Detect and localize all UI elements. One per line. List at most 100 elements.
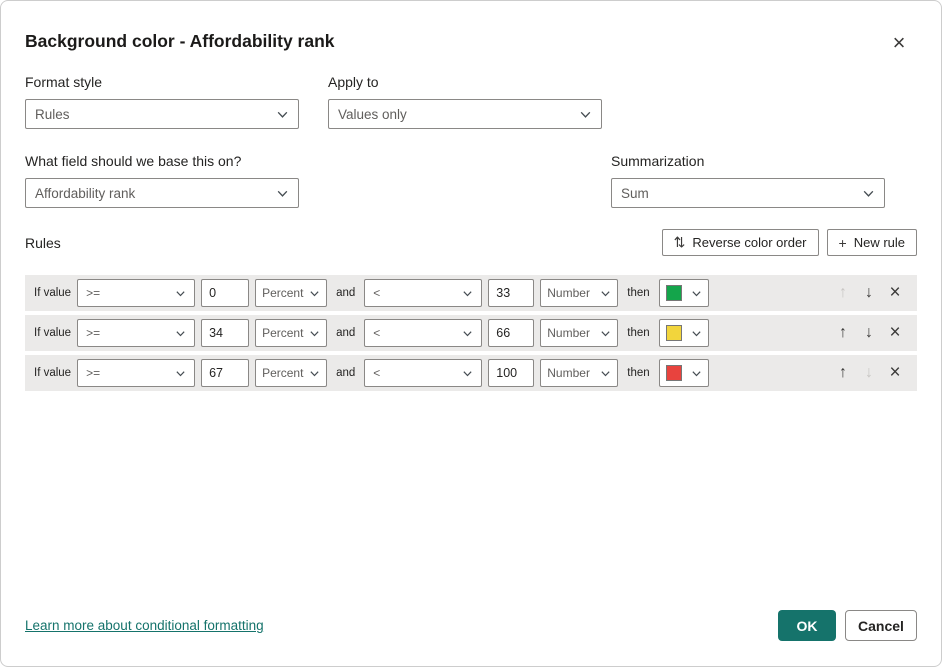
chevron-down-icon	[175, 288, 186, 299]
rule-unit1-select[interactable]: Percent	[255, 319, 327, 347]
new-rule-button[interactable]: + New rule	[827, 229, 917, 256]
field-summarization-row: What field should we base this on? Affor…	[25, 153, 917, 208]
reverse-color-order-button[interactable]: ⇅ Reverse color order	[662, 229, 819, 256]
new-rule-label: New rule	[854, 235, 905, 250]
chevron-down-icon	[462, 328, 473, 339]
chevron-down-icon	[276, 108, 289, 121]
move-rule-down-button[interactable]: ↓	[856, 320, 882, 346]
chevron-down-icon	[600, 288, 611, 299]
rules-buttons: ⇅ Reverse color order + New rule	[662, 229, 917, 256]
format-style-select[interactable]: Rules	[25, 99, 299, 129]
conditional-formatting-dialog: × Background color - Affordability rank …	[0, 0, 942, 667]
and-label: and	[336, 327, 355, 339]
footer-buttons: OK Cancel	[778, 610, 917, 641]
rule-operator1-select[interactable]: >=	[77, 359, 195, 387]
apply-to-field: Apply to Values only	[328, 74, 602, 129]
rule-value1-input[interactable]	[201, 359, 249, 387]
reverse-order-icon: ⇅	[674, 234, 686, 251]
rules-section-label: Rules	[25, 235, 61, 251]
rule-value2-input[interactable]	[488, 359, 534, 387]
delete-icon: ×	[889, 322, 900, 343]
rule-unit1-select[interactable]: Percent	[255, 359, 327, 387]
rule-row: If value >= Percent and < Number	[25, 275, 917, 311]
rules-header: Rules ⇅ Reverse color order + New rule	[25, 229, 917, 256]
chevron-down-icon	[691, 288, 702, 299]
chevron-down-icon	[862, 187, 875, 200]
format-apply-row: Format style Rules Apply to Values only	[25, 74, 917, 129]
delete-rule-button[interactable]: ×	[882, 360, 908, 386]
rule-color-select[interactable]	[659, 279, 709, 307]
apply-to-label: Apply to	[328, 74, 602, 90]
rule-row: If value >= Percent and < Number	[25, 355, 917, 391]
move-rule-up-button[interactable]: ↑	[830, 360, 856, 386]
rule-value1-input[interactable]	[201, 279, 249, 307]
rule-color-select[interactable]	[659, 319, 709, 347]
and-label: and	[336, 287, 355, 299]
rule-unit2-select[interactable]: Number	[540, 359, 618, 387]
summarization-field: Summarization Sum	[611, 153, 885, 208]
apply-to-select[interactable]: Values only	[328, 99, 602, 129]
move-up-icon: ↑	[839, 324, 847, 341]
rule-operator1-select[interactable]: >=	[77, 319, 195, 347]
chevron-down-icon	[462, 288, 473, 299]
dialog-title: Background color - Affordability rank	[25, 31, 917, 52]
ok-button[interactable]: OK	[778, 610, 836, 641]
chevron-down-icon	[276, 187, 289, 200]
learn-more-link[interactable]: Learn more about conditional formatting	[25, 618, 264, 633]
summarization-select[interactable]: Sum	[611, 178, 885, 208]
delete-icon: ×	[889, 362, 900, 383]
rule-unit2-select[interactable]: Number	[540, 279, 618, 307]
move-up-icon: ↑	[839, 284, 847, 301]
rule-operator2-select[interactable]: <	[364, 359, 482, 387]
then-label: then	[627, 367, 649, 379]
reverse-color-order-label: Reverse color order	[692, 235, 806, 250]
then-label: then	[627, 287, 649, 299]
move-rule-down-button: ↓	[856, 360, 882, 386]
rule-value2-input[interactable]	[488, 279, 534, 307]
chevron-down-icon	[600, 368, 611, 379]
format-style-field: Format style Rules	[25, 74, 299, 129]
rule-operator2-select[interactable]: <	[364, 319, 482, 347]
chevron-down-icon	[579, 108, 592, 121]
and-label: and	[336, 367, 355, 379]
move-rule-up-button[interactable]: ↑	[830, 320, 856, 346]
move-up-icon: ↑	[839, 364, 847, 381]
rule-color-swatch	[666, 325, 682, 341]
summarization-label: Summarization	[611, 153, 885, 169]
chevron-down-icon	[691, 328, 702, 339]
format-style-label: Format style	[25, 74, 299, 90]
chevron-down-icon	[309, 328, 320, 339]
chevron-down-icon	[600, 328, 611, 339]
chevron-down-icon	[309, 368, 320, 379]
rule-operator1-select[interactable]: >=	[77, 279, 195, 307]
chevron-down-icon	[309, 288, 320, 299]
chevron-down-icon	[175, 328, 186, 339]
if-value-label: If value	[34, 327, 71, 339]
base-field-label: What field should we base this on?	[25, 153, 299, 169]
delete-rule-button[interactable]: ×	[882, 320, 908, 346]
chevron-down-icon	[691, 368, 702, 379]
move-down-icon: ↓	[865, 364, 873, 381]
then-label: then	[627, 327, 649, 339]
rule-value1-input[interactable]	[201, 319, 249, 347]
rule-operator2-select[interactable]: <	[364, 279, 482, 307]
if-value-label: If value	[34, 367, 71, 379]
rule-color-select[interactable]	[659, 359, 709, 387]
rule-unit1-select[interactable]: Percent	[255, 279, 327, 307]
base-field-select[interactable]: Affordability rank	[25, 178, 299, 208]
rule-unit2-select[interactable]: Number	[540, 319, 618, 347]
base-field-field: What field should we base this on? Affor…	[25, 153, 299, 208]
chevron-down-icon	[462, 368, 473, 379]
rule-value2-input[interactable]	[488, 319, 534, 347]
dialog-footer: Learn more about conditional formatting …	[25, 610, 917, 641]
rule-color-swatch	[666, 285, 682, 301]
plus-icon: +	[839, 235, 847, 251]
move-down-icon: ↓	[865, 284, 873, 301]
rule-color-swatch	[666, 365, 682, 381]
move-rule-down-button[interactable]: ↓	[856, 280, 882, 306]
move-down-icon: ↓	[865, 324, 873, 341]
close-icon[interactable]: ×	[883, 27, 915, 59]
move-rule-up-button: ↑	[830, 280, 856, 306]
cancel-button[interactable]: Cancel	[845, 610, 917, 641]
delete-rule-button[interactable]: ×	[882, 280, 908, 306]
